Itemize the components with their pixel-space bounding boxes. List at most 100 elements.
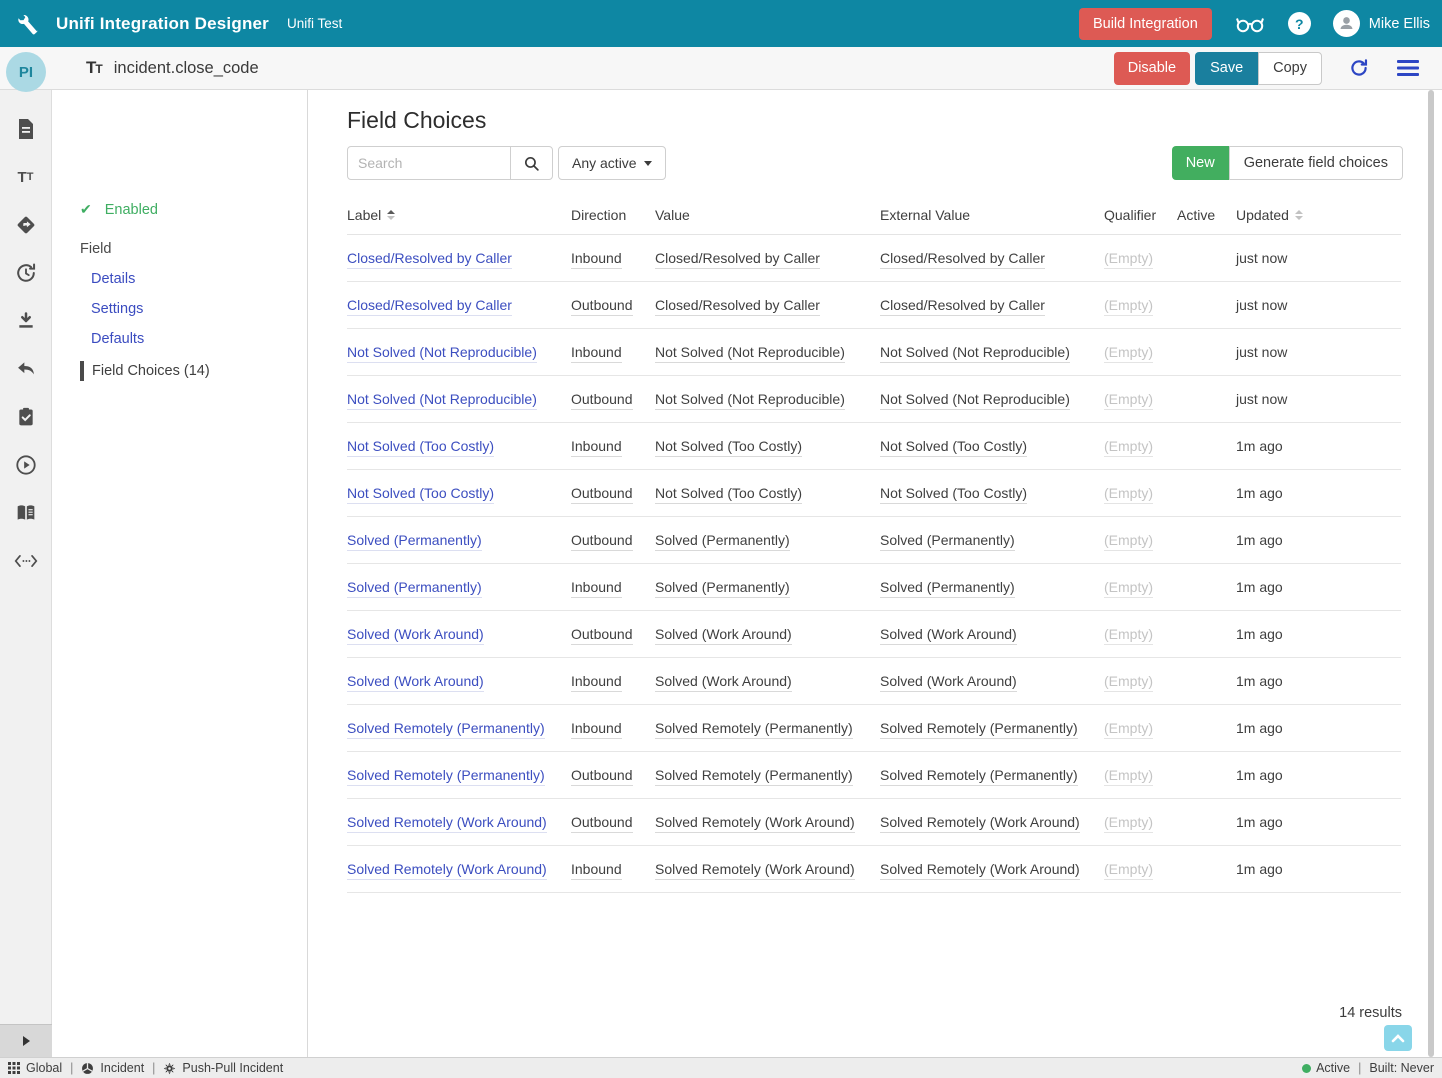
row-direction-value[interactable]: Inbound xyxy=(571,344,622,363)
row-direction-value[interactable]: Outbound xyxy=(571,532,633,551)
row-external-value[interactable]: Solved Remotely (Work Around) xyxy=(880,861,1080,880)
row-value[interactable]: Solved (Permanently) xyxy=(655,532,790,551)
row-qualifier[interactable]: (Empty) xyxy=(1104,438,1153,457)
row-value[interactable]: Solved Remotely (Work Around) xyxy=(655,861,855,880)
column-header-qualifier[interactable]: Qualifier xyxy=(1104,207,1177,223)
column-header-label[interactable]: Label xyxy=(347,207,571,223)
generate-field-choices-button[interactable]: Generate field choices xyxy=(1229,146,1403,180)
save-button[interactable]: Save xyxy=(1195,52,1258,85)
integration-avatar[interactable]: PI xyxy=(6,52,46,92)
reply-icon[interactable] xyxy=(14,357,38,381)
row-direction-value[interactable]: Outbound xyxy=(571,485,633,504)
search-input[interactable] xyxy=(347,146,511,180)
row-qualifier[interactable]: (Empty) xyxy=(1104,814,1153,833)
row-qualifier[interactable]: (Empty) xyxy=(1104,673,1153,692)
column-header-updated[interactable]: Updated xyxy=(1236,207,1401,223)
row-value[interactable]: Solved Remotely (Permanently) xyxy=(655,767,853,786)
process-selector[interactable]: Push-Pull Incident xyxy=(163,1061,283,1075)
row-label-link[interactable]: Not Solved (Too Costly) xyxy=(347,485,494,504)
row-external-value[interactable]: Closed/Resolved by Caller xyxy=(880,297,1045,316)
row-external-value[interactable]: Solved (Permanently) xyxy=(880,579,1015,598)
history-icon[interactable] xyxy=(14,261,38,285)
row-value[interactable]: Solved Remotely (Work Around) xyxy=(655,814,855,833)
row-qualifier[interactable]: (Empty) xyxy=(1104,861,1153,880)
row-external-value[interactable]: Solved Remotely (Permanently) xyxy=(880,720,1078,739)
row-direction-value[interactable]: Outbound xyxy=(571,391,633,410)
row-qualifier[interactable]: (Empty) xyxy=(1104,485,1153,504)
column-header-external-value[interactable]: External Value xyxy=(880,207,1104,223)
row-external-value[interactable]: Solved Remotely (Permanently) xyxy=(880,767,1078,786)
row-label-link[interactable]: Solved (Work Around) xyxy=(347,673,484,692)
row-qualifier[interactable]: (Empty) xyxy=(1104,297,1153,316)
scroll-to-top-button[interactable] xyxy=(1384,1025,1412,1051)
refresh-icon[interactable] xyxy=(1348,57,1370,79)
nav-item-settings[interactable]: Settings xyxy=(91,301,143,317)
app-subtitle[interactable]: Unifi Test xyxy=(287,16,342,31)
row-value[interactable]: Solved (Work Around) xyxy=(655,626,792,645)
row-direction-value[interactable]: Outbound xyxy=(571,767,633,786)
row-direction-value[interactable]: Outbound xyxy=(571,814,633,833)
row-value[interactable]: Closed/Resolved by Caller xyxy=(655,250,820,269)
row-qualifier[interactable]: (Empty) xyxy=(1104,391,1153,410)
build-integration-button[interactable]: Build Integration xyxy=(1079,8,1212,40)
vertical-scrollbar[interactable] xyxy=(1428,90,1434,1057)
row-label-link[interactable]: Closed/Resolved by Caller xyxy=(347,250,512,269)
row-qualifier[interactable]: (Empty) xyxy=(1104,626,1153,645)
row-label-link[interactable]: Solved Remotely (Permanently) xyxy=(347,720,545,739)
row-direction-value[interactable]: Outbound xyxy=(571,297,633,316)
row-external-value[interactable]: Solved (Work Around) xyxy=(880,626,1017,645)
column-header-direction[interactable]: Direction xyxy=(571,207,655,223)
row-direction-value[interactable]: Inbound xyxy=(571,673,622,692)
column-header-active[interactable]: Active xyxy=(1177,207,1236,223)
new-button[interactable]: New xyxy=(1172,146,1229,180)
row-label-link[interactable]: Solved Remotely (Work Around) xyxy=(347,861,547,880)
documentation-icon[interactable] xyxy=(14,501,38,525)
row-direction-value[interactable]: Inbound xyxy=(571,720,622,739)
row-direction-value[interactable]: Inbound xyxy=(571,579,622,598)
row-value[interactable]: Closed/Resolved by Caller xyxy=(655,297,820,316)
application-selector[interactable]: Incident xyxy=(81,1061,144,1075)
row-external-value[interactable]: Not Solved (Too Costly) xyxy=(880,485,1027,504)
directions-icon[interactable] xyxy=(14,213,38,237)
search-button[interactable] xyxy=(510,146,553,180)
run-icon[interactable] xyxy=(14,453,38,477)
spectacles-icon[interactable] xyxy=(1234,12,1266,36)
download-icon[interactable] xyxy=(14,309,38,333)
row-label-link[interactable]: Solved (Work Around) xyxy=(347,626,484,645)
row-value[interactable]: Solved (Work Around) xyxy=(655,673,792,692)
row-direction-value[interactable]: Outbound xyxy=(571,626,633,645)
field-text-icon[interactable]: TT xyxy=(14,165,38,189)
row-qualifier[interactable]: (Empty) xyxy=(1104,767,1153,786)
row-qualifier[interactable]: (Empty) xyxy=(1104,344,1153,363)
row-qualifier[interactable]: (Empty) xyxy=(1104,532,1153,551)
row-value[interactable]: Solved (Permanently) xyxy=(655,579,790,598)
row-value[interactable]: Not Solved (Not Reproducible) xyxy=(655,391,845,410)
active-filter-dropdown[interactable]: Any active xyxy=(558,146,666,180)
row-label-link[interactable]: Solved (Permanently) xyxy=(347,532,482,551)
row-label-link[interactable]: Solved Remotely (Permanently) xyxy=(347,767,545,786)
row-external-value[interactable]: Solved (Permanently) xyxy=(880,532,1015,551)
wrench-icon[interactable] xyxy=(14,11,40,37)
row-direction-value[interactable]: Inbound xyxy=(571,438,622,457)
row-external-value[interactable]: Solved (Work Around) xyxy=(880,673,1017,692)
row-label-link[interactable]: Solved Remotely (Work Around) xyxy=(347,814,547,833)
row-external-value[interactable]: Closed/Resolved by Caller xyxy=(880,250,1045,269)
row-qualifier[interactable]: (Empty) xyxy=(1104,579,1153,598)
row-label-link[interactable]: Solved (Permanently) xyxy=(347,579,482,598)
scope-selector[interactable]: Global xyxy=(8,1061,62,1075)
row-value[interactable]: Not Solved (Too Costly) xyxy=(655,438,802,457)
row-label-link[interactable]: Not Solved (Too Costly) xyxy=(347,438,494,457)
row-value[interactable]: Not Solved (Not Reproducible) xyxy=(655,344,845,363)
row-label-link[interactable]: Closed/Resolved by Caller xyxy=(347,297,512,316)
nav-item-details[interactable]: Details xyxy=(91,271,135,287)
help-icon[interactable]: ? xyxy=(1288,12,1311,35)
row-direction-value[interactable]: Inbound xyxy=(571,861,622,880)
row-qualifier[interactable]: (Empty) xyxy=(1104,720,1153,739)
copy-button[interactable]: Copy xyxy=(1258,52,1322,85)
column-header-value[interactable]: Value xyxy=(655,207,880,223)
row-external-value[interactable]: Not Solved (Too Costly) xyxy=(880,438,1027,457)
disable-button[interactable]: Disable xyxy=(1114,52,1190,85)
sidebar-expander[interactable] xyxy=(0,1024,52,1057)
row-direction-value[interactable]: Inbound xyxy=(571,250,622,269)
row-label-link[interactable]: Not Solved (Not Reproducible) xyxy=(347,344,537,363)
